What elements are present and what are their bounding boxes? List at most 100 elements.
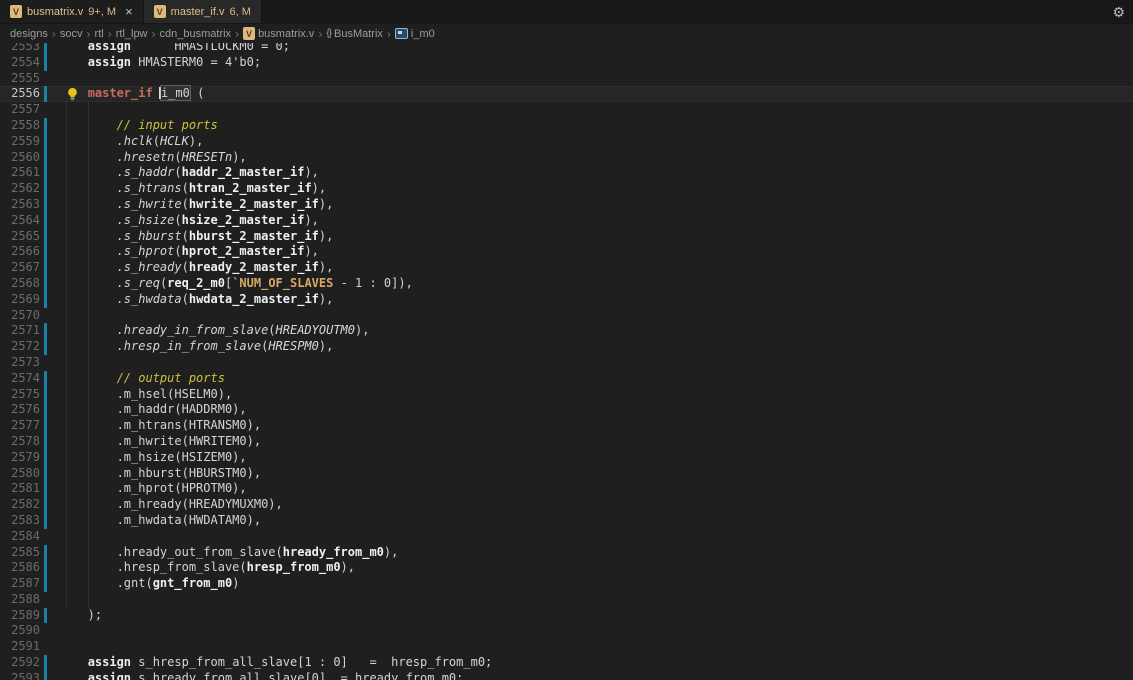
code-line[interactable]: 2581 .m_hprot(HPROTM0), bbox=[0, 481, 1133, 497]
line-number[interactable]: 2562 bbox=[0, 181, 40, 197]
code-text: .hresp_from_slave(hresp_from_m0), bbox=[66, 560, 355, 576]
code-line[interactable]: 2586 .hresp_from_slave(hresp_from_m0), bbox=[0, 560, 1133, 576]
code-line[interactable]: 2587 .gnt(gnt_from_m0) bbox=[0, 576, 1133, 592]
code-line[interactable]: 2577 .m_htrans(HTRANSM0), bbox=[0, 418, 1133, 434]
line-number[interactable]: 2579 bbox=[0, 450, 40, 466]
close-icon[interactable]: × bbox=[125, 5, 133, 18]
code-line[interactable]: 2578 .m_hwrite(HWRITEM0), bbox=[0, 434, 1133, 450]
line-number[interactable]: 2566 bbox=[0, 244, 40, 260]
line-number[interactable]: 2557 bbox=[0, 102, 40, 118]
line-number[interactable]: 2569 bbox=[0, 292, 40, 308]
line-number[interactable]: 2577 bbox=[0, 418, 40, 434]
code-segment bbox=[66, 276, 117, 290]
code-line[interactable]: 2553 assign HMASTLOCKM0 = 0; bbox=[0, 43, 1133, 55]
code-line[interactable]: 2557 bbox=[0, 102, 1133, 118]
line-number[interactable]: 2559 bbox=[0, 134, 40, 150]
code-line[interactable]: 2566 .s_hprot(hprot_2_master_if), bbox=[0, 244, 1133, 260]
line-number[interactable]: 2574 bbox=[0, 371, 40, 387]
code-line[interactable]: 2588 bbox=[0, 592, 1133, 608]
line-number[interactable]: 2592 bbox=[0, 655, 40, 671]
code-line[interactable]: 2572 .hresp_in_from_slave(HRESPM0), bbox=[0, 339, 1133, 355]
line-number[interactable]: 2560 bbox=[0, 150, 40, 166]
code-line[interactable]: 2568 .s_req(req_2_m0[`NUM_OF_SLAVES - 1 … bbox=[0, 276, 1133, 292]
line-number[interactable]: 2567 bbox=[0, 260, 40, 276]
line-number[interactable]: 2593 bbox=[0, 671, 40, 680]
code-line[interactable]: 2558 // input ports bbox=[0, 118, 1133, 134]
code-line[interactable]: 2585 .hready_out_from_slave(hready_from_… bbox=[0, 545, 1133, 561]
code-segment: .m_haddr(HADDRM0), bbox=[66, 402, 247, 416]
line-number[interactable]: 2563 bbox=[0, 197, 40, 213]
breadcrumb-item-rtl_lpw[interactable]: rtl_lpw bbox=[116, 28, 148, 40]
code-line[interactable]: 2569 .s_hwdata(hwdata_2_master_if), bbox=[0, 292, 1133, 308]
line-number[interactable]: 2576 bbox=[0, 402, 40, 418]
line-number[interactable]: 2564 bbox=[0, 213, 40, 229]
code-line[interactable]: 2573 bbox=[0, 355, 1133, 371]
code-line[interactable]: 2567 .s_hready(hready_2_master_if), bbox=[0, 260, 1133, 276]
code-line[interactable]: 2571 .hready_in_from_slave(HREADYOUTM0), bbox=[0, 323, 1133, 339]
line-number[interactable]: 2571 bbox=[0, 323, 40, 339]
line-number[interactable]: 2570 bbox=[0, 308, 40, 324]
code-line[interactable]: 2562 .s_htrans(htran_2_master_if), bbox=[0, 181, 1133, 197]
code-line[interactable]: 2575 .m_hsel(HSELM0), bbox=[0, 387, 1133, 403]
line-number[interactable]: 2558 bbox=[0, 118, 40, 134]
code-line[interactable]: 2556 master_if i_m0 ( bbox=[0, 86, 1133, 102]
line-number[interactable]: 2591 bbox=[0, 639, 40, 655]
gear-icon[interactable]: ⚙ bbox=[1112, 5, 1125, 19]
line-number[interactable]: 2565 bbox=[0, 229, 40, 245]
code-line[interactable]: 2570 bbox=[0, 308, 1133, 324]
code-line[interactable]: 2576 .m_haddr(HADDRM0), bbox=[0, 402, 1133, 418]
code-line[interactable]: 2561 .s_haddr(haddr_2_master_if), bbox=[0, 165, 1133, 181]
code-line[interactable]: 2563 .s_hwrite(hwrite_2_master_if), bbox=[0, 197, 1133, 213]
code-line[interactable]: 2584 bbox=[0, 529, 1133, 545]
code-line[interactable]: 2589 ); bbox=[0, 608, 1133, 624]
line-number[interactable]: 2589 bbox=[0, 608, 40, 624]
code-line[interactable]: 2559 .hclk(HCLK), bbox=[0, 134, 1133, 150]
code-line[interactable]: 2579 .m_hsize(HSIZEM0), bbox=[0, 450, 1133, 466]
code-line[interactable]: 2583 .m_hwdata(HWDATAM0), bbox=[0, 513, 1133, 529]
code-line[interactable]: 2580 .m_hburst(HBURSTM0), bbox=[0, 466, 1133, 482]
code-editor[interactable]: 2553 assign HMASTLOCKM0 = 0;2554 assign … bbox=[0, 43, 1133, 680]
code-line[interactable]: 2591 bbox=[0, 639, 1133, 655]
line-number[interactable]: 2587 bbox=[0, 576, 40, 592]
line-number[interactable]: 2572 bbox=[0, 339, 40, 355]
line-number[interactable]: 2553 bbox=[0, 43, 40, 55]
line-number[interactable]: 2561 bbox=[0, 165, 40, 181]
line-number[interactable]: 2582 bbox=[0, 497, 40, 513]
line-number[interactable]: 2588 bbox=[0, 592, 40, 608]
breadcrumb-item-busmatrix.v[interactable]: Vbusmatrix.v bbox=[243, 27, 314, 40]
code-line[interactable]: 2593 assign s_hready_from_all_slave[0] =… bbox=[0, 671, 1133, 680]
line-number[interactable]: 2568 bbox=[0, 276, 40, 292]
line-number[interactable]: 2580 bbox=[0, 466, 40, 482]
breadcrumb-item-rtl[interactable]: rtl bbox=[95, 28, 104, 40]
code-line[interactable]: 2554 assign HMASTERM0 = 4'b0; bbox=[0, 55, 1133, 71]
breadcrumb-item-BusMatrix[interactable]: {}BusMatrix bbox=[326, 28, 383, 40]
code-line[interactable]: 2574 // output ports bbox=[0, 371, 1133, 387]
code-text: .m_hsel(HSELM0), bbox=[66, 387, 232, 403]
code-line[interactable]: 2590 bbox=[0, 623, 1133, 639]
line-number[interactable]: 2555 bbox=[0, 71, 40, 87]
line-number[interactable]: 2585 bbox=[0, 545, 40, 561]
code-line[interactable]: 2565 .s_hburst(hburst_2_master_if), bbox=[0, 229, 1133, 245]
line-number[interactable]: 2584 bbox=[0, 529, 40, 545]
line-number[interactable]: 2590 bbox=[0, 623, 40, 639]
line-number[interactable]: 2554 bbox=[0, 55, 40, 71]
breadcrumb-item-socv[interactable]: socv bbox=[60, 28, 83, 40]
code-line[interactable]: 2582 .m_hready(HREADYMUXM0), bbox=[0, 497, 1133, 513]
line-number[interactable]: 2581 bbox=[0, 481, 40, 497]
line-number[interactable]: 2583 bbox=[0, 513, 40, 529]
breadcrumb-item-i_m0[interactable]: i_m0 bbox=[395, 28, 435, 40]
tab-busmatrix[interactable]: V busmatrix.v 9+, M × bbox=[0, 0, 144, 23]
tab-master-if[interactable]: V master_if.v 6, M bbox=[144, 0, 262, 23]
code-line[interactable]: 2555 bbox=[0, 71, 1133, 87]
line-number[interactable]: 2578 bbox=[0, 434, 40, 450]
code-line[interactable]: 2564 .s_hsize(hsize_2_master_if), bbox=[0, 213, 1133, 229]
breadcrumb-item-cdn_busmatrix[interactable]: cdn_busmatrix bbox=[160, 28, 232, 40]
line-number[interactable]: 2556 bbox=[0, 86, 40, 102]
line-number[interactable]: 2586 bbox=[0, 560, 40, 576]
code-line[interactable]: 2592 assign s_hresp_from_all_slave[1 : 0… bbox=[0, 655, 1133, 671]
line-number[interactable]: 2575 bbox=[0, 387, 40, 403]
breadcrumb-item-designs[interactable]: designs bbox=[10, 28, 48, 40]
line-number[interactable]: 2573 bbox=[0, 355, 40, 371]
code-line[interactable]: 2560 .hresetn(HRESETn), bbox=[0, 150, 1133, 166]
modified-indicator bbox=[44, 197, 47, 213]
